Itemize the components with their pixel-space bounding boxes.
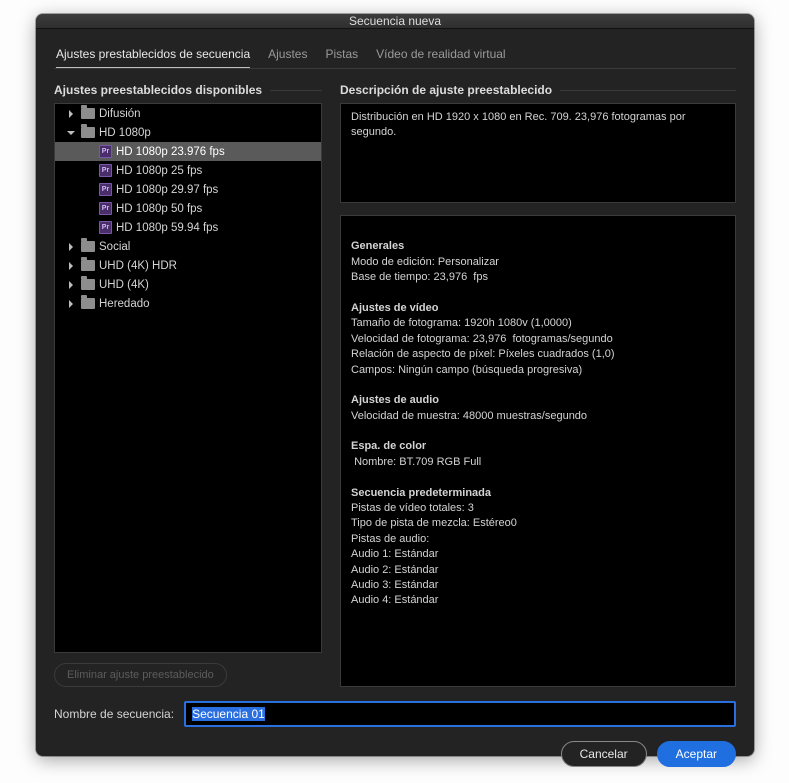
details-color-heading: Espa. de color [351,440,426,452]
details-audio-1: Audio 1: Estándar [351,548,438,560]
tab-settings[interactable]: Ajustes [268,47,307,69]
tab-sequence-presets[interactable]: Ajustes prestablecidos de secuencia [56,47,250,69]
delete-preset-button: Eliminar ajuste preestablecido [54,663,227,687]
chevron-placeholder [83,203,95,215]
details-timebase: Base de tiempo: 23,976 fps [351,271,488,283]
details-audio-4: Audio 4: Estándar [351,594,438,606]
details-audio-tracks-heading: Pistas de audio: [351,533,429,545]
tree-preset[interactable]: HD 1080p 50 fps [55,199,321,218]
folder-icon [81,260,95,271]
preset-icon [99,202,112,215]
chevron-right-icon[interactable] [65,108,77,120]
tree-item-label: UHD (4K) HDR [99,260,177,272]
tree-preset[interactable]: HD 1080p 23.976 fps [55,142,321,161]
new-sequence-dialog: Secuencia nueva Ajustes prestablecidos d… [36,14,754,756]
tab-vr-video[interactable]: Vídeo de realidad virtual [376,47,505,69]
chevron-right-icon[interactable] [65,298,77,310]
sequence-name-input[interactable] [184,701,736,727]
cancel-button[interactable]: Cancelar [561,741,647,767]
details-sample-rate: Velocidad de muestra: 48000 muestras/seg… [351,410,587,422]
available-presets-label: Ajustes preestablecidos disponibles [54,83,262,97]
details-video-tracks: Pistas de vídeo totales: 3 [351,502,474,514]
details-audio-3: Audio 3: Estándar [351,579,438,591]
folder-icon [81,241,95,252]
preset-summary-text: Distribución en HD 1920 x 1080 en Rec. 7… [351,111,685,138]
preset-icon [99,221,112,234]
details-sequence-heading: Secuencia predeterminada [351,487,491,499]
preset-icon [99,164,112,177]
tree-item-label: HD 1080p 23.976 fps [116,146,225,158]
tab-tracks[interactable]: Pistas [325,47,358,69]
tree-folder[interactable]: UHD (4K) [55,275,321,294]
preset-details-box[interactable]: Generales Modo de edición: Personalizar … [340,215,736,687]
chevron-right-icon[interactable] [65,279,77,291]
dialog-body: Ajustes prestablecidos de secuencia Ajus… [36,29,754,783]
details-video-heading: Ajustes de vídeo [351,302,438,314]
titlebar[interactable]: Secuencia nueva [36,14,754,29]
columns: Ajustes preestablecidos disponibles Difu… [54,83,736,687]
header-rule [560,90,736,91]
details-audio-2: Audio 2: Estándar [351,564,438,576]
left-column: Ajustes preestablecidos disponibles Difu… [54,83,322,687]
details-general-heading: Generales [351,240,404,252]
tree-item-label: UHD (4K) [99,279,149,291]
details-edit-mode: Modo de edición: Personalizar [351,256,499,268]
preset-tree[interactable]: Difusión HD 1080p HD 1080p 23.976 fps HD 10… [54,103,322,653]
details-audio-heading: Ajustes de audio [351,394,439,406]
chevron-placeholder [83,222,95,234]
tree-folder[interactable]: UHD (4K) HDR [55,256,321,275]
tree-preset[interactable]: HD 1080p 29.97 fps [55,180,321,199]
details-color-name: Nombre: BT.709 RGB Full [351,456,481,468]
tree-item-label: HD 1080p 25 fps [116,165,202,177]
tree-preset[interactable]: HD 1080p 59.94 fps [55,218,321,237]
tree-item-label: Heredado [99,298,150,310]
dialog-footer: Cancelar Aceptar [54,741,736,767]
folder-icon [81,108,95,119]
tree-folder[interactable]: Social [55,237,321,256]
chevron-placeholder [83,165,95,177]
tab-divider [54,68,736,69]
folder-icon [81,279,95,290]
tab-bar: Ajustes prestablecidos de secuencia Ajus… [54,43,736,69]
tree-item-label: HD 1080p [99,127,151,139]
sequence-name-row: Nombre de secuencia: [54,701,736,727]
folder-icon [81,298,95,309]
preset-description-label: Descripción de ajuste preestablecido [340,83,552,97]
tree-folder[interactable]: Heredado [55,294,321,313]
preset-description-header: Descripción de ajuste preestablecido [340,83,736,97]
tree-item-label: HD 1080p 59.94 fps [116,222,218,234]
details-frame-rate: Velocidad de fotograma: 23,976 fotograma… [351,333,613,345]
tree-item-label: Difusión [99,108,141,120]
preset-icon [99,145,112,158]
tree-item-label: Social [99,241,130,253]
tree-item-label: HD 1080p 29.97 fps [116,184,218,196]
details-fields: Campos: Ningún campo (búsqueda progresiv… [351,364,582,376]
header-rule [270,90,322,91]
tree-folder[interactable]: HD 1080p [55,123,321,142]
preset-icon [99,183,112,196]
folder-icon [81,127,95,138]
ok-button[interactable]: Aceptar [657,741,736,767]
chevron-right-icon[interactable] [65,241,77,253]
window-title: Secuencia nueva [349,14,441,28]
available-presets-header: Ajustes preestablecidos disponibles [54,83,322,97]
tree-folder[interactable]: Difusión [55,104,321,123]
tree-item-label: HD 1080p 50 fps [116,203,202,215]
tree-preset[interactable]: HD 1080p 25 fps [55,161,321,180]
details-frame-size: Tamaño de fotograma: 1920h 1080v (1,0000… [351,317,572,329]
chevron-down-icon[interactable] [65,127,77,139]
sequence-name-label: Nombre de secuencia: [54,707,174,721]
chevron-right-icon[interactable] [65,260,77,272]
chevron-placeholder [83,184,95,196]
details-mix-type: Tipo de pista de mezcla: Estéreo0 [351,517,517,529]
right-column: Descripción de ajuste preestablecido Dis… [340,83,736,687]
details-pixel-aspect: Relación de aspecto de píxel: Píxeles cu… [351,348,615,360]
preset-summary-box[interactable]: Distribución en HD 1920 x 1080 en Rec. 7… [340,103,736,203]
chevron-placeholder [83,146,95,158]
